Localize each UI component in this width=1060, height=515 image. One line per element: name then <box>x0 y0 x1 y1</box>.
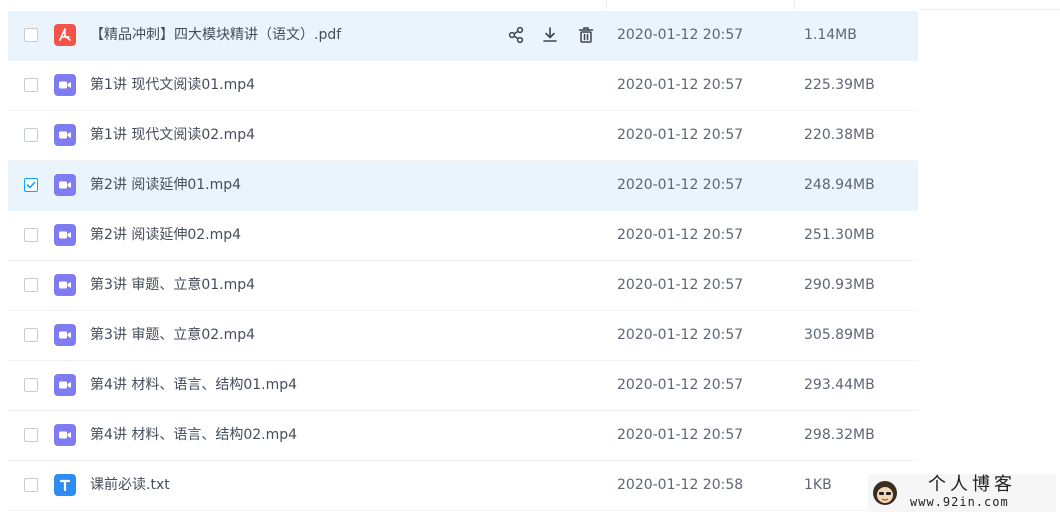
file-size: 220.38MB <box>804 127 875 143</box>
pdf-icon <box>54 24 76 46</box>
column-header-edge <box>0 0 1060 10</box>
file-size: 1KB <box>804 477 832 493</box>
video-icon <box>54 74 76 96</box>
file-row[interactable]: 第2讲 阅读延伸02.mp4 2020-01-12 20:57 251.30MB <box>8 211 918 261</box>
avatar-icon <box>873 481 897 505</box>
download-icon[interactable] <box>540 25 560 45</box>
watermark-title: 个人博客 <box>928 474 1016 495</box>
video-icon <box>54 124 76 146</box>
file-name[interactable]: 第2讲 阅读延伸01.mp4 <box>90 176 241 194</box>
file-size: 248.94MB <box>804 177 875 193</box>
checkbox[interactable] <box>24 78 38 92</box>
delete-icon[interactable] <box>576 25 596 45</box>
file-name[interactable]: 第3讲 审题、立意01.mp4 <box>90 276 255 294</box>
file-date: 2020-01-12 20:57 <box>617 27 744 43</box>
checkbox-checked[interactable] <box>24 178 38 192</box>
checkbox[interactable] <box>24 378 38 392</box>
file-name[interactable]: 课前必读.txt <box>90 476 170 494</box>
file-row[interactable]: 课前必读.txt 2020-01-12 20:58 1KB <box>8 461 918 511</box>
file-date: 2020-01-12 20:57 <box>617 327 744 343</box>
file-name[interactable]: 第1讲 现代文阅读01.mp4 <box>90 76 255 94</box>
file-row[interactable]: 第4讲 材料、语言、结构02.mp4 2020-01-12 20:57 298.32… <box>8 411 918 461</box>
text-file-icon <box>54 474 76 496</box>
file-row[interactable]: 第1讲 现代文阅读02.mp4 2020-01-12 20:57 220.38MB <box>8 111 918 161</box>
checkbox[interactable] <box>24 228 38 242</box>
file-name[interactable]: 第3讲 审题、立意02.mp4 <box>90 326 255 344</box>
file-name[interactable]: 第2讲 阅读延伸02.mp4 <box>90 226 241 244</box>
file-size: 293.44MB <box>804 377 875 393</box>
file-size: 225.39MB <box>804 77 875 93</box>
watermark-url: www.92in.com <box>910 495 1009 509</box>
file-size: 298.32MB <box>804 427 875 443</box>
video-icon <box>54 224 76 246</box>
file-row[interactable]: 第3讲 审题、立意01.mp4 2020-01-12 20:57 290.93MB <box>8 261 918 311</box>
file-name[interactable]: 第4讲 材料、语言、结构01.mp4 <box>90 376 297 394</box>
video-icon <box>54 174 76 196</box>
file-name[interactable]: 第1讲 现代文阅读02.mp4 <box>90 126 255 144</box>
file-date: 2020-01-12 20:57 <box>617 377 744 393</box>
file-size: 1.14MB <box>804 27 857 43</box>
file-date: 2020-01-12 20:58 <box>617 477 744 493</box>
file-date: 2020-01-12 20:57 <box>617 227 744 243</box>
file-date: 2020-01-12 20:57 <box>617 427 744 443</box>
checkbox[interactable] <box>24 278 38 292</box>
header-divider <box>919 9 1060 10</box>
checkmark-icon <box>26 181 36 189</box>
file-date: 2020-01-12 20:57 <box>617 277 744 293</box>
header-divider <box>0 0 607 10</box>
video-icon <box>54 274 76 296</box>
video-icon <box>54 324 76 346</box>
file-date: 2020-01-12 20:57 <box>617 77 744 93</box>
video-icon <box>54 424 76 446</box>
share-icon[interactable] <box>506 25 526 45</box>
file-name[interactable]: 第4讲 材料、语言、结构02.mp4 <box>90 426 297 444</box>
file-name[interactable]: 【精品冲刺】四大模块精讲（语文）.pdf <box>90 26 341 44</box>
checkbox[interactable] <box>24 478 38 492</box>
file-size: 305.89MB <box>804 327 875 343</box>
file-row[interactable]: 第3讲 审题、立意02.mp4 2020-01-12 20:57 305.89MB <box>8 311 918 361</box>
file-date: 2020-01-12 20:57 <box>617 127 744 143</box>
checkbox[interactable] <box>24 428 38 442</box>
checkbox[interactable] <box>24 328 38 342</box>
file-row[interactable]: 第1讲 现代文阅读01.mp4 2020-01-12 20:57 225.39MB <box>8 61 918 111</box>
file-date: 2020-01-12 20:57 <box>617 177 744 193</box>
file-size: 290.93MB <box>804 277 875 293</box>
file-row[interactable]: 【精品冲刺】四大模块精讲（语文）.pdf 2020-01-12 20:57 1.14… <box>8 11 918 61</box>
video-icon <box>54 374 76 396</box>
header-divider <box>606 0 795 10</box>
watermark: 个人博客 www.92in.com <box>868 474 1056 512</box>
file-row[interactable]: 第4讲 材料、语言、结构01.mp4 2020-01-12 20:57 293.44… <box>8 361 918 411</box>
file-size: 251.30MB <box>804 227 875 243</box>
checkbox[interactable] <box>24 128 38 142</box>
file-row[interactable]: 第2讲 阅读延伸01.mp4 2020-01-12 20:57 248.94MB <box>8 161 918 211</box>
checkbox[interactable] <box>24 28 38 42</box>
